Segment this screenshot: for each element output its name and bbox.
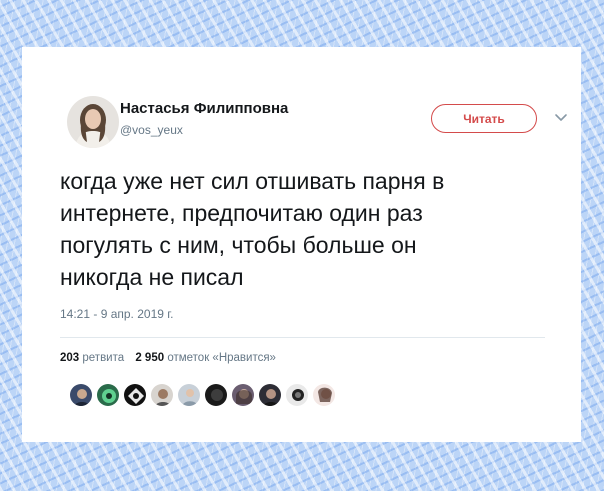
likes-stat[interactable]: 2 950 отметок «Нравится» (135, 352, 276, 364)
liker-avatar[interactable] (231, 383, 255, 407)
liker-avatar[interactable] (96, 383, 120, 407)
retweets-stat[interactable]: 203 ретвита (60, 352, 124, 364)
liker-avatar[interactable] (123, 383, 147, 407)
author-handle[interactable]: @vos_yeux (120, 123, 183, 137)
liker-avatar[interactable] (69, 383, 93, 407)
likes-label: отметок «Нравится» (167, 352, 276, 364)
retweets-count: 203 (60, 352, 80, 364)
liker-avatar[interactable] (204, 383, 228, 407)
follow-button[interactable]: Читать (431, 104, 537, 133)
divider (60, 337, 545, 338)
likes-count: 2 950 (135, 352, 165, 364)
liker-avatar[interactable] (177, 383, 201, 407)
liker-avatar[interactable] (312, 383, 336, 407)
tweet-timestamp[interactable]: 14:21 - 9 апр. 2019 г. (60, 307, 174, 321)
tweet-card: Настасья Филипповна @vos_yeux Читать ког… (22, 47, 581, 442)
tweet-text: когда уже нет сил отшивать парня в интер… (60, 168, 445, 290)
liker-avatars (69, 383, 336, 407)
liker-avatar[interactable] (285, 383, 309, 407)
retweets-label: ретвита (82, 352, 125, 364)
liker-avatar[interactable] (150, 383, 174, 407)
liker-avatar[interactable] (258, 383, 282, 407)
author-name[interactable]: Настасья Филипповна (120, 100, 288, 117)
engagement-stats: 203 ретвита 2 950 отметок «Нравится» (60, 352, 284, 364)
chevron-down-icon[interactable] (553, 109, 569, 125)
author-avatar[interactable] (67, 96, 119, 148)
